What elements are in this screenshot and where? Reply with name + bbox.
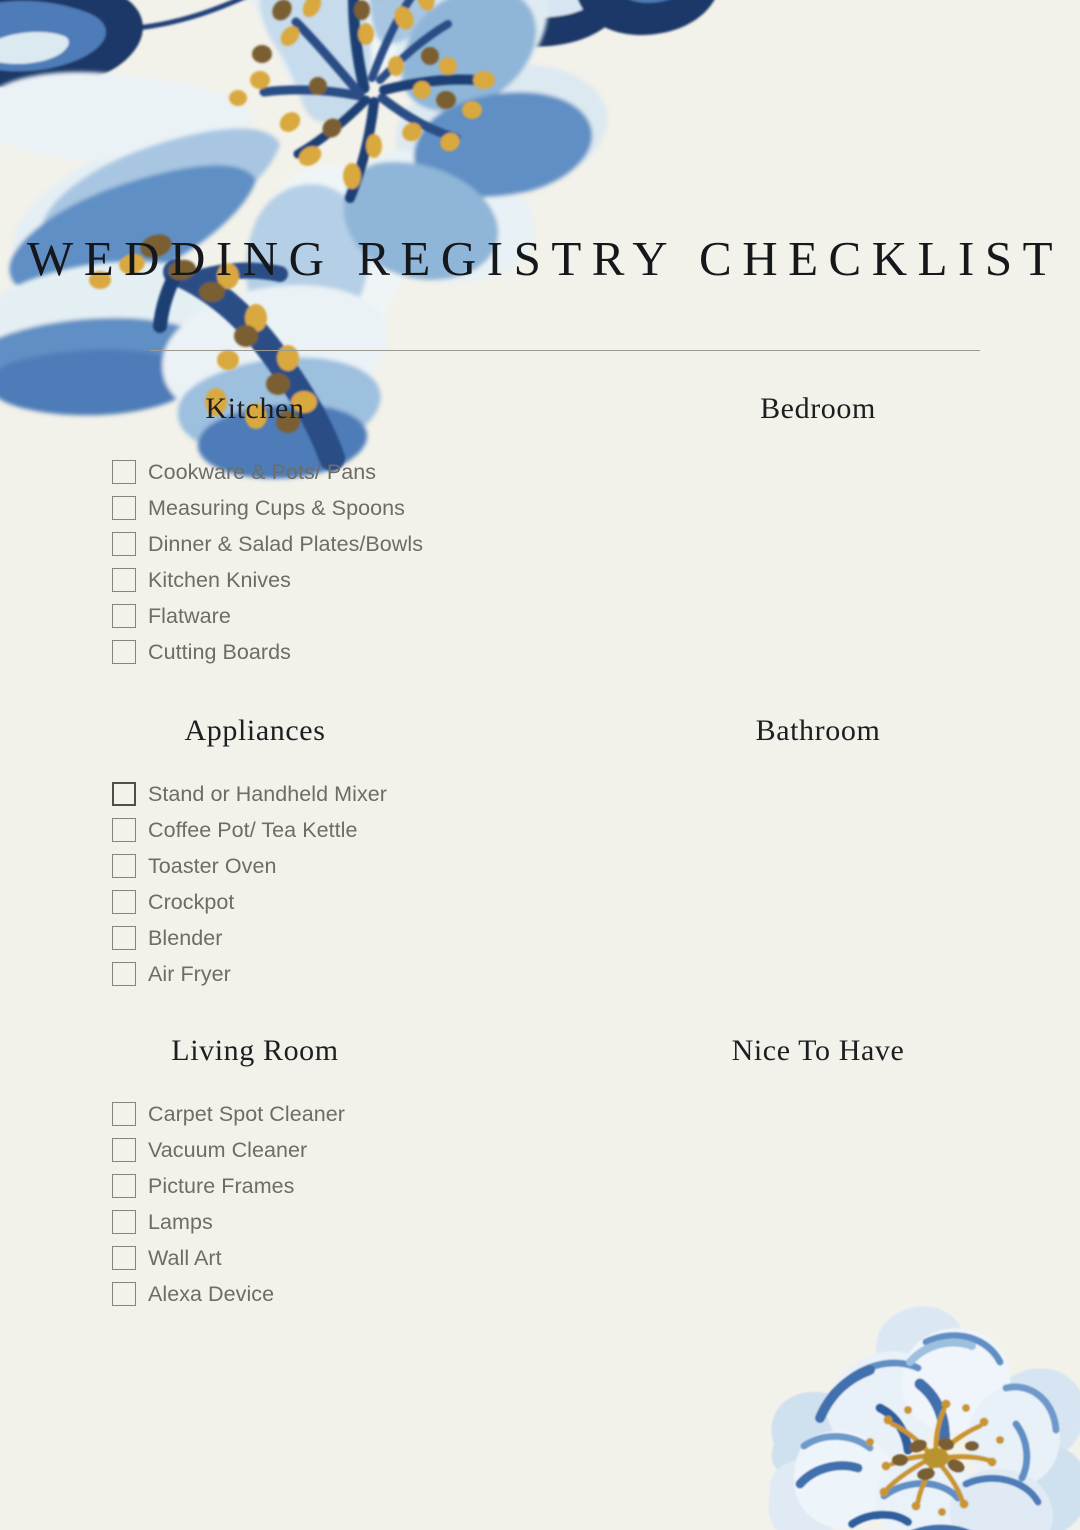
- list-item-label: Carpet Spot Cleaner: [148, 1101, 345, 1126]
- checkbox-icon[interactable]: [112, 1138, 136, 1162]
- list-item-label: Wall Art: [148, 1245, 222, 1270]
- section-title-bathroom: Bathroom: [755, 714, 881, 747]
- list-item-label: Air Fryer: [148, 961, 231, 986]
- list-item-label: Alexa Device: [148, 1281, 275, 1306]
- list-item[interactable]: Cookware & Pots/ Pans: [112, 454, 540, 490]
- list-item-label: Dinner & Salad Plates/Bowls: [148, 531, 424, 556]
- checkbox-icon[interactable]: [112, 818, 136, 842]
- item-list-bathroom: Drawer or Shelf Organizers Plus Bath/Han…: [540, 776, 1080, 992]
- list-item[interactable]: Alexa Device: [112, 1276, 540, 1312]
- column-right-row-1: Bedroom Mattress Pad/ Protector Bedding …: [540, 392, 1080, 670]
- checklist-row-1: Kitchen Cookware & Pots/ Pans Measuring …: [0, 392, 1080, 670]
- list-item[interactable]: Air Fryer: [112, 956, 540, 992]
- section-appliances: Appliances Stand or Handheld Mixer Coffe…: [0, 714, 540, 992]
- item-list-nice-to-have: Matching Luggage Batteries AA & AAA Outd…: [540, 1096, 1080, 1312]
- list-item-label: Crockpot: [148, 889, 235, 914]
- checkbox-icon[interactable]: [112, 962, 136, 986]
- list-item[interactable]: Carpet Spot Cleaner: [112, 1096, 540, 1132]
- checkbox-icon[interactable]: [112, 1282, 136, 1306]
- checkbox-icon[interactable]: [112, 496, 136, 520]
- section-nice-to-have: Nice To Have Matching Luggage Batteries …: [540, 1034, 1080, 1312]
- item-list-living-room: Carpet Spot Cleaner Vacuum Cleaner Pictu…: [0, 1096, 540, 1312]
- item-list-bedroom: Mattress Pad/ Protector Bedding Sheet Se…: [540, 454, 1080, 670]
- list-item[interactable]: Wall Art: [112, 1240, 540, 1276]
- checkbox-icon[interactable]: [112, 1246, 136, 1270]
- section-kitchen: Kitchen Cookware & Pots/ Pans Measuring …: [0, 392, 540, 670]
- section-title-appliances: Appliances: [184, 714, 326, 747]
- section-living-room: Living Room Carpet Spot Cleaner Vacuum C…: [0, 1034, 540, 1312]
- column-left-row-3: Living Room Carpet Spot Cleaner Vacuum C…: [0, 1034, 540, 1312]
- checklist-grid: Kitchen Cookware & Pots/ Pans Measuring …: [0, 392, 1080, 1312]
- checkbox-icon[interactable]: [112, 460, 136, 484]
- section-bedroom: Bedroom Mattress Pad/ Protector Bedding …: [540, 392, 1080, 670]
- list-item-label: Vacuum Cleaner: [148, 1137, 308, 1162]
- list-item[interactable]: Picture Frames: [112, 1168, 540, 1204]
- title-block: WEDDING REGISTRY CHECKLIST: [0, 231, 1080, 287]
- item-list-kitchen: Cookware & Pots/ Pans Measuring Cups & S…: [0, 454, 540, 670]
- checkbox-icon[interactable]: [112, 782, 136, 806]
- column-right-row-3: Nice To Have Matching Luggage Batteries …: [540, 1034, 1080, 1312]
- list-item-label: Measuring Cups & Spoons: [148, 495, 405, 520]
- list-item-label: Coffee Pot/ Tea Kettle: [148, 817, 358, 842]
- list-item-label: Cookware & Pots/ Pans: [148, 459, 377, 484]
- watercolor-peony-bottom-right-icon: [768, 1306, 1080, 1530]
- title-divider: [150, 350, 980, 351]
- list-item[interactable]: Toaster Oven: [112, 848, 540, 884]
- section-title-kitchen: Kitchen: [205, 392, 305, 425]
- checklist-row-2: Appliances Stand or Handheld Mixer Coffe…: [0, 714, 1080, 992]
- list-item[interactable]: Measuring Cups & Spoons: [112, 490, 540, 526]
- section-title-living-room: Living Room: [171, 1034, 339, 1067]
- column-left-row-2: Appliances Stand or Handheld Mixer Coffe…: [0, 714, 540, 992]
- checkbox-icon[interactable]: [112, 890, 136, 914]
- list-item-label: Blender: [148, 925, 223, 950]
- checkbox-icon[interactable]: [112, 640, 136, 664]
- list-item-label: Stand or Handheld Mixer: [148, 781, 387, 806]
- list-item[interactable]: Coffee Pot/ Tea Kettle: [112, 812, 540, 848]
- checkbox-icon[interactable]: [112, 532, 136, 556]
- column-left-row-1: Kitchen Cookware & Pots/ Pans Measuring …: [0, 392, 540, 670]
- list-item[interactable]: Kitchen Knives: [112, 562, 540, 598]
- list-item[interactable]: Blender: [112, 920, 540, 956]
- checkbox-icon[interactable]: [112, 568, 136, 592]
- checkbox-icon[interactable]: [112, 604, 136, 628]
- list-item[interactable]: Stand or Handheld Mixer: [112, 776, 540, 812]
- list-item[interactable]: Vacuum Cleaner: [112, 1132, 540, 1168]
- section-title-nice-to-have: Nice To Have: [731, 1034, 905, 1067]
- section-bathroom: Bathroom Drawer or Shelf Organizers Plus…: [540, 714, 1080, 992]
- checklist-row-3: Living Room Carpet Spot Cleaner Vacuum C…: [0, 1034, 1080, 1312]
- list-item-label: Lamps: [148, 1209, 213, 1234]
- list-item-label: Picture Frames: [148, 1173, 295, 1198]
- checkbox-icon[interactable]: [112, 1102, 136, 1126]
- checkbox-icon[interactable]: [112, 1174, 136, 1198]
- item-list-appliances: Stand or Handheld Mixer Coffee Pot/ Tea …: [0, 776, 540, 992]
- list-item-label: Toaster Oven: [148, 853, 277, 878]
- section-title-bedroom: Bedroom: [760, 392, 876, 425]
- checkbox-icon[interactable]: [112, 854, 136, 878]
- list-item-label: Cutting Boards: [148, 639, 291, 664]
- list-item[interactable]: Flatware: [112, 598, 540, 634]
- checklist-page: WEDDING REGISTRY CHECKLIST Kitchen Cookw…: [0, 0, 1080, 1530]
- list-item-label: Flatware: [148, 603, 231, 628]
- list-item[interactable]: Lamps: [112, 1204, 540, 1240]
- list-item[interactable]: Crockpot: [112, 884, 540, 920]
- page-title: WEDDING REGISTRY CHECKLIST: [26, 231, 1064, 286]
- list-item[interactable]: Cutting Boards: [112, 634, 540, 670]
- checkbox-icon[interactable]: [112, 926, 136, 950]
- list-item[interactable]: Dinner & Salad Plates/Bowls: [112, 526, 540, 562]
- checkbox-icon[interactable]: [112, 1210, 136, 1234]
- column-right-row-2: Bathroom Drawer or Shelf Organizers Plus…: [540, 714, 1080, 992]
- list-item-label: Kitchen Knives: [148, 567, 291, 592]
